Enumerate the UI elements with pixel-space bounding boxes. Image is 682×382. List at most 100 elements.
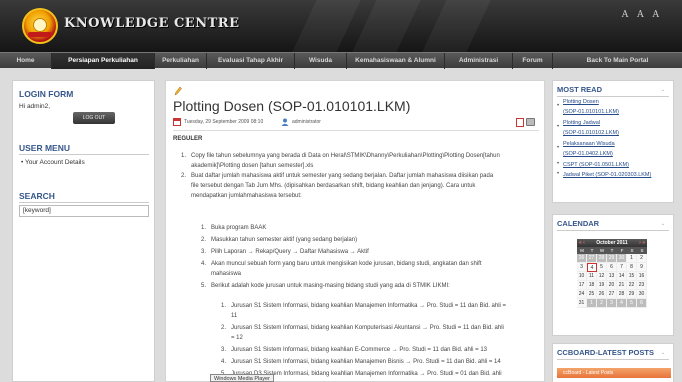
nav-item-kemahasiswaan[interactable]: Kemahasiswaan & Alumni xyxy=(347,53,445,69)
search-input[interactable]: [keyword] xyxy=(19,205,149,217)
calendar-day[interactable]: 22 xyxy=(627,281,637,290)
nav-item-evaluasi[interactable]: Evaluasi Tahap Akhir xyxy=(207,53,295,69)
calendar-heading: CALENDAR xyxy=(557,219,600,228)
collapse-icon[interactable]: ⌄ xyxy=(661,87,665,93)
divider xyxy=(557,230,669,231)
calendar-day[interactable]: 14 xyxy=(617,272,627,281)
calendar-day[interactable]: 7 xyxy=(617,263,627,272)
divider xyxy=(557,359,669,360)
logo[interactable] xyxy=(22,8,58,44)
media-player-tag[interactable]: Windows Media Player xyxy=(210,374,274,382)
calendar-day[interactable]: 26 xyxy=(577,254,587,263)
divider xyxy=(19,202,149,203)
article-meta: Tuesday, 29 September 2009 08:10 adminis… xyxy=(173,118,539,127)
most-read-link[interactable]: CSPT (SOP-01.0501.LKM) xyxy=(563,162,629,168)
header-decoration xyxy=(406,0,494,52)
calendar-header: « ‹ October 2011 › » xyxy=(577,239,647,247)
calendar-day[interactable]: 6 xyxy=(607,263,617,272)
calendar-day[interactable]: 6 xyxy=(637,299,647,308)
calendar-day[interactable]: 25 xyxy=(587,290,597,299)
substep-number: 2. xyxy=(201,237,207,243)
nav-item-perkuliahan[interactable]: Perkuliahan xyxy=(155,53,207,69)
calendar-day[interactable]: 1 xyxy=(627,254,637,263)
prev-month-button[interactable]: « ‹ xyxy=(579,239,585,247)
code-text: Jurusan D3 Sistem Informasi, bidang keah… xyxy=(231,371,502,377)
calendar-day[interactable]: 26 xyxy=(597,290,607,299)
calendar-day[interactable]: 23 xyxy=(637,281,647,290)
calendar-day[interactable]: 16 xyxy=(637,272,647,281)
calendar-day[interactable]: 8 xyxy=(627,263,637,272)
substep-text: Masukkan tahun semester aktif (yang seda… xyxy=(211,237,358,243)
nav-item-forum[interactable]: Forum xyxy=(513,53,553,69)
calendar-day[interactable]: 10 xyxy=(577,272,587,281)
ccboard-latest-posts-bar[interactable]: ccBoard - Latest Posts xyxy=(557,368,671,378)
nav-item-home[interactable]: Home xyxy=(0,53,52,69)
calendar-day[interactable]: 20 xyxy=(607,281,617,290)
calendar-day[interactable]: 9 xyxy=(637,263,647,272)
calendar-day[interactable]: 30 xyxy=(617,254,627,263)
next-month-button[interactable]: › » xyxy=(639,239,645,247)
most-read-link[interactable]: (SOP-01.0402.LKM) xyxy=(563,151,613,157)
code-number: 1. xyxy=(221,303,227,309)
most-read-link[interactable]: Plotting Jadwal xyxy=(563,120,600,126)
calendar-day[interactable]: 29 xyxy=(627,290,637,299)
step-text: Buat daftar jumlah mahasiswa aktif untuk… xyxy=(191,173,494,199)
calendar-day[interactable]: 17 xyxy=(577,281,587,290)
calendar-day[interactable]: 2 xyxy=(637,254,647,263)
pdf-icon[interactable] xyxy=(516,118,524,127)
nav-item-wisuda[interactable]: Wisuda xyxy=(295,53,347,69)
substep-number: 3. xyxy=(201,249,207,255)
calendar-day[interactable]: 5 xyxy=(627,299,637,308)
calendar-day[interactable]: 2 xyxy=(597,299,607,308)
print-icon[interactable] xyxy=(526,118,535,126)
most-read-heading: MOST READ xyxy=(557,85,602,94)
user-icon xyxy=(281,118,289,126)
calendar-day[interactable]: 28 xyxy=(617,290,627,299)
edit-icon[interactable] xyxy=(174,86,182,96)
most-read-link[interactable]: Jadwal Piket (SOP-01.020303.LKM) xyxy=(563,172,651,178)
calendar-day[interactable]: 18 xyxy=(587,281,597,290)
page-title: Plotting Dosen (SOP-01.010101.LKM) xyxy=(173,98,411,114)
calendar-day[interactable]: 1 xyxy=(587,299,597,308)
most-read-link[interactable]: (SOP-01.010102.LKM) xyxy=(563,130,619,136)
calendar-day[interactable]: 4 xyxy=(587,263,597,272)
calendar-day[interactable]: 24 xyxy=(577,290,587,299)
calendar-day[interactable]: 3 xyxy=(607,299,617,308)
nav-item-administrasi[interactable]: Administrasi xyxy=(445,53,513,69)
calendar-day[interactable]: 27 xyxy=(607,290,617,299)
calendar-day[interactable]: 21 xyxy=(617,281,627,290)
login-form-heading: LOGIN FORM xyxy=(19,89,74,99)
search-heading: SEARCH xyxy=(19,191,55,201)
calendar-day[interactable]: 11 xyxy=(587,272,597,281)
account-details-link[interactable]: • Your Account Details xyxy=(21,159,85,166)
calendar-day[interactable]: 13 xyxy=(607,272,617,281)
calendar-day[interactable]: 3 xyxy=(577,263,587,272)
code-text: Jurusan S1 Sistem Informasi, bidang keah… xyxy=(231,347,488,353)
nav-item-main-portal[interactable]: Back To Main Portal xyxy=(553,53,682,69)
step-number: 2. xyxy=(181,173,187,179)
most-read-link[interactable]: Plotting Dosen xyxy=(563,99,599,105)
most-read-link[interactable]: Pelaksanaan Wisuda xyxy=(563,141,615,147)
most-read-list: • Plotting Dosen (SOP-01.010101.LKM) • P… xyxy=(557,99,652,178)
calendar-day[interactable]: 4 xyxy=(617,299,627,308)
calendar-day[interactable]: 31 xyxy=(577,299,587,308)
calendar-weekdays: MTWTFSS xyxy=(577,247,647,254)
calendar-day[interactable]: 12 xyxy=(597,272,607,281)
code-text: Jurusan S1 Sistem Informasi, bidang keah… xyxy=(231,325,504,341)
calendar-day[interactable]: 29 xyxy=(607,254,617,263)
calendar-day[interactable]: 5 xyxy=(597,263,607,272)
calendar-grid: 26 27 28 29 30 1 2 3 4 5 6 7 8 9 10 11 12 13 14 15 16 17 18 19 2… xyxy=(577,254,647,308)
section-heading: REGULER xyxy=(173,136,203,142)
calendar-day[interactable]: 28 xyxy=(597,254,607,263)
nav-item-persiapan-perkuliahan[interactable]: Persiapan Perkuliahan xyxy=(52,53,155,69)
divider xyxy=(557,96,669,97)
collapse-icon[interactable]: ⌄ xyxy=(661,221,665,227)
calendar-day[interactable]: 19 xyxy=(597,281,607,290)
font-size-controls[interactable]: A A A xyxy=(622,10,662,20)
calendar-day[interactable]: 15 xyxy=(627,272,637,281)
calendar-day[interactable]: 27 xyxy=(587,254,597,263)
collapse-icon[interactable]: ⌄ xyxy=(661,350,665,356)
logout-button[interactable]: LOG OUT xyxy=(73,112,115,124)
most-read-link[interactable]: (SOP-01.010101.LKM) xyxy=(563,109,619,115)
calendar-day[interactable]: 30 xyxy=(637,290,647,299)
